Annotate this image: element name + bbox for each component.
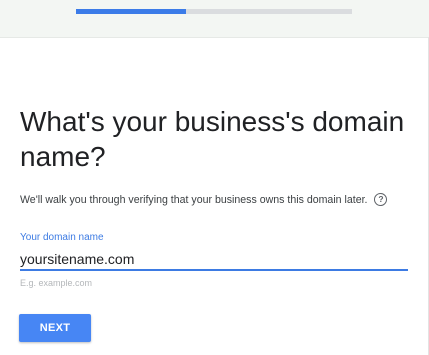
help-icon[interactable]: ? <box>374 193 388 206</box>
description-text: We'll walk you through verifying that yo… <box>20 193 368 206</box>
domain-input[interactable] <box>20 249 408 271</box>
progress-bar <box>76 9 352 14</box>
domain-field-hint: E.g. example.com <box>20 278 93 288</box>
description-row: We'll walk you through verifying that yo… <box>20 193 420 206</box>
progress-bar-fill <box>76 9 187 14</box>
top-header-band <box>0 0 429 38</box>
next-button[interactable]: NEXT <box>19 314 91 342</box>
domain-field-label: Your domain name <box>20 232 104 243</box>
page-title: What's your business's domain name? <box>20 106 405 172</box>
